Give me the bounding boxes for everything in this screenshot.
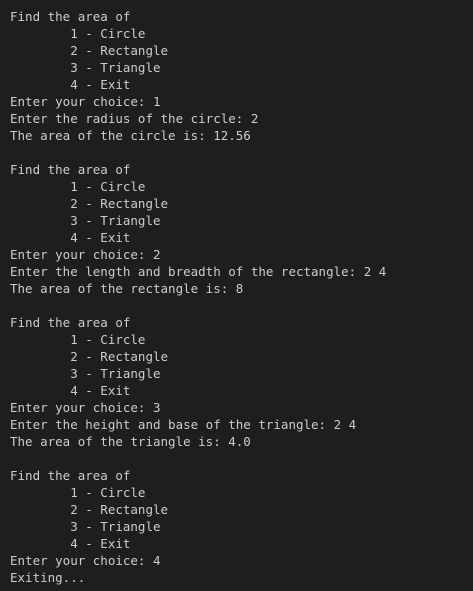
terminal-line: Find the area of bbox=[10, 9, 131, 24]
terminal-line: 2 - Rectangle bbox=[10, 43, 169, 58]
terminal-line: Enter your choice: 1 bbox=[10, 94, 161, 109]
terminal-line: Find the area of bbox=[10, 315, 131, 330]
terminal-line: 2 - Rectangle bbox=[10, 196, 169, 211]
terminal-line: The area of the triangle is: 4.0 bbox=[10, 434, 251, 449]
terminal-line: 4 - Exit bbox=[10, 383, 131, 398]
terminal-line: Enter your choice: 3 bbox=[10, 400, 161, 415]
terminal-line: Enter your choice: 4 bbox=[10, 553, 161, 568]
terminal-output[interactable]: Find the area of 1 - Circle 2 - Rectangl… bbox=[0, 0, 473, 591]
terminal-line: Exiting... bbox=[10, 570, 86, 585]
terminal-line: 3 - Triangle bbox=[10, 213, 161, 228]
terminal-line: The area of the circle is: 12.56 bbox=[10, 128, 251, 143]
terminal-line: 3 - Triangle bbox=[10, 366, 161, 381]
terminal-line: Enter the length and breadth of the rect… bbox=[10, 264, 387, 279]
terminal-line: 1 - Circle bbox=[10, 26, 146, 41]
terminal-line: 2 - Rectangle bbox=[10, 349, 169, 364]
terminal-line: 2 - Rectangle bbox=[10, 502, 169, 517]
terminal-line: The area of the rectangle is: 8 bbox=[10, 281, 244, 296]
terminal-line: 3 - Triangle bbox=[10, 60, 161, 75]
terminal-line: 4 - Exit bbox=[10, 77, 131, 92]
terminal-line: 3 - Triangle bbox=[10, 519, 161, 534]
terminal-line: Find the area of bbox=[10, 468, 131, 483]
terminal-line: 4 - Exit bbox=[10, 230, 131, 245]
terminal-line: 1 - Circle bbox=[10, 332, 146, 347]
terminal-line: Enter the radius of the circle: 2 bbox=[10, 111, 259, 126]
terminal-line: Enter your choice: 2 bbox=[10, 247, 161, 262]
terminal-line: Find the area of bbox=[10, 162, 131, 177]
terminal-line: 1 - Circle bbox=[10, 179, 146, 194]
terminal-line: Enter the height and base of the triangl… bbox=[10, 417, 357, 432]
terminal-line: 4 - Exit bbox=[10, 536, 131, 551]
terminal-line: 1 - Circle bbox=[10, 485, 146, 500]
